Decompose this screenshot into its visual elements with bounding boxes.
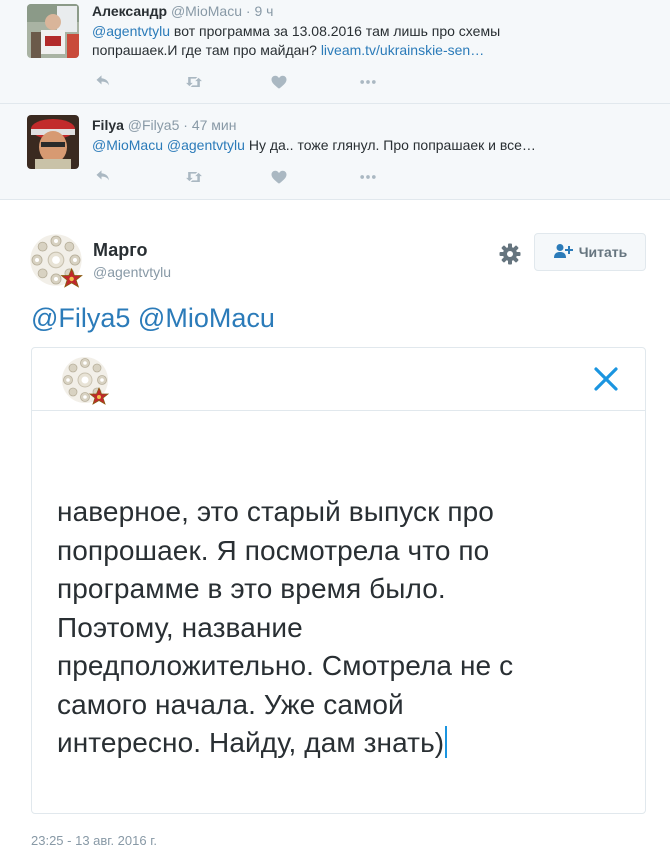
url-link[interactable]: liveam.tv/ukrainskie-sen… xyxy=(321,42,484,58)
reply-text-body: Ну да.. тоже глянул. Про попрашаек и все… xyxy=(244,137,536,153)
compose-line: попрошаек. Я посмотрела что по xyxy=(57,534,490,566)
follow-button[interactable]: Читать xyxy=(534,233,646,271)
reply-icon[interactable] xyxy=(92,167,116,187)
like-icon[interactable] xyxy=(267,167,291,187)
gear-icon[interactable] xyxy=(498,242,522,266)
compose-box[interactable]: наверное, это старый выпуск про попрошае… xyxy=(31,347,646,814)
tweet-time[interactable]: 9 ч xyxy=(254,3,273,19)
more-icon[interactable] xyxy=(356,72,380,92)
dot-separator: · xyxy=(245,3,251,19)
dot-separator: · xyxy=(183,117,188,133)
avatar[interactable] xyxy=(27,4,79,58)
author-handle[interactable]: @agentvtylu xyxy=(93,264,171,280)
compose-line: самого начала. Уже самой xyxy=(57,688,404,720)
compose-header xyxy=(32,348,645,411)
reply-text-line1: вот программа за 13.08.2016 там лишь про… xyxy=(170,23,501,39)
retweet-icon[interactable] xyxy=(182,167,206,187)
compose-line: наверное, это старый выпуск про xyxy=(57,496,494,527)
follow-icon xyxy=(553,243,573,262)
retweet-icon[interactable] xyxy=(182,72,206,92)
author-name[interactable]: Марго xyxy=(93,240,147,261)
mention-link[interactable]: @MioMacu @agentvtylu xyxy=(92,137,245,153)
author-handle[interactable]: @MioMacu xyxy=(171,3,242,19)
tweet-mentions[interactable]: @Filya5 @MioMacu xyxy=(31,303,275,334)
author-name[interactable]: Filya xyxy=(92,117,124,133)
tweet-actions xyxy=(92,167,412,187)
compose-line: предположительно. Смотрела не с xyxy=(57,650,514,681)
reply-text-line2: попрашаек.И где там про майдан? xyxy=(92,42,321,58)
compose-line: интересно. Найду, дам знать) xyxy=(57,727,445,758)
more-icon[interactable] xyxy=(356,167,380,187)
reply-text: @MioMacu @agentvtylu Ну да.. тоже глянул… xyxy=(92,136,652,155)
avatar[interactable] xyxy=(27,231,85,289)
reply-tweet[interactable]: Александр @MioMacu · 9 ч @agentvtylu вот… xyxy=(0,0,670,104)
avatar xyxy=(59,354,111,406)
reply-header: Filya @Filya5 · 47 мин xyxy=(92,117,236,133)
compose-textarea[interactable]: наверное, это старый выпуск про попрошае… xyxy=(57,493,627,763)
tweet-time[interactable]: 47 мин xyxy=(192,117,237,133)
author-name[interactable]: Александр xyxy=(92,3,167,19)
like-icon[interactable] xyxy=(267,72,291,92)
compose-line: Поэтому, название xyxy=(57,611,303,643)
avatar[interactable] xyxy=(27,115,79,169)
reply-text: @agentvtylu вот программа за 13.08.2016 … xyxy=(92,22,652,60)
mention-link[interactable]: @agentvtylu xyxy=(92,23,170,39)
tweet-timestamp[interactable]: 23:25 - 13 авг. 2016 г. xyxy=(31,833,157,848)
follow-label: Читать xyxy=(578,244,628,260)
tweet-actions xyxy=(92,72,412,92)
reply-header: Александр @MioMacu · 9 ч xyxy=(92,3,273,19)
close-icon[interactable] xyxy=(591,364,621,394)
reply-icon[interactable] xyxy=(92,72,116,92)
author-handle[interactable]: @Filya5 xyxy=(128,117,180,133)
text-caret xyxy=(445,726,448,758)
compose-line: программе в это время было. xyxy=(57,573,446,604)
